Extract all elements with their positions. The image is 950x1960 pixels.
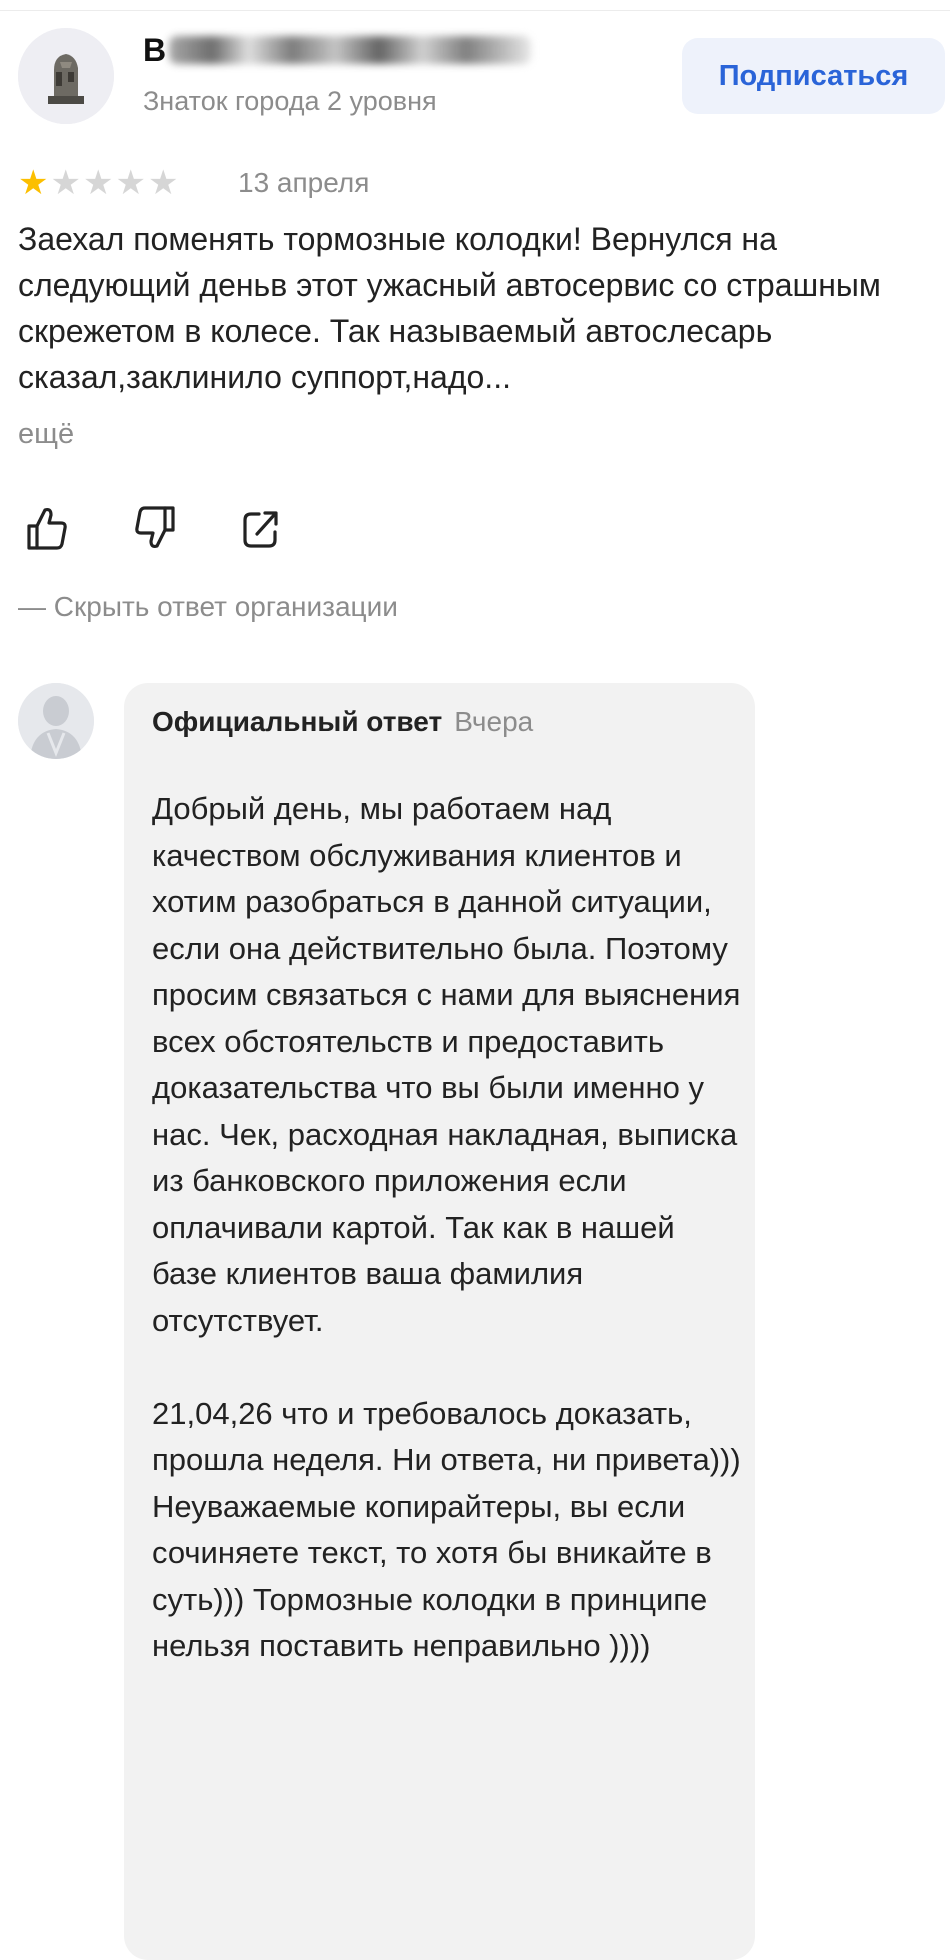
answer-header: Официальный ответ Вчера (152, 702, 533, 742)
org-avatar (18, 683, 94, 759)
answer-date: Вчера (454, 706, 534, 737)
user-placeholder-icon (18, 683, 94, 759)
share-icon (243, 511, 278, 548)
author-name-initial: В (143, 32, 167, 68)
answer-title: Официальный ответ (152, 706, 443, 737)
star-icon-empty: ★ (82, 163, 114, 203)
subscribe-button[interactable]: Подписаться (682, 38, 945, 114)
star-icon-filled: ★ (18, 163, 49, 203)
review-text: Заехал поменять тормозные колодки! Верну… (18, 221, 881, 395)
author-avatar-image (18, 28, 114, 124)
author-name-blurred (169, 36, 531, 64)
author-avatar[interactable] (18, 28, 114, 124)
share-button[interactable] (236, 500, 286, 556)
more-link[interactable]: ещё (18, 412, 74, 456)
answer-paragraph: Добрый день, мы работаем над качеством о… (152, 791, 741, 1338)
dislike-button[interactable] (130, 500, 180, 556)
thumb-up-icon (27, 507, 67, 550)
answer-paragraph: 21,04,26 что и требовалось доказать, про… (152, 1395, 741, 1664)
author-level: Знаток города 2 уровня (143, 86, 437, 116)
hide-answer-toggle[interactable]: — Скрыть ответ организации (18, 588, 398, 626)
star-icon-empty: ★ (147, 163, 179, 203)
star-icon-empty: ★ (115, 163, 146, 203)
star-icon-empty: ★ (50, 163, 81, 203)
author-name[interactable]: В (143, 30, 543, 70)
rating-stars: ★ ★ ★ ★ ★ (18, 165, 178, 201)
review-date: 13 апреля (238, 167, 370, 198)
top-divider (0, 0, 950, 11)
thumb-down-icon (135, 506, 175, 549)
answer-text: Добрый день, мы работаем над качеством о… (152, 786, 742, 1670)
like-button[interactable] (22, 500, 72, 556)
